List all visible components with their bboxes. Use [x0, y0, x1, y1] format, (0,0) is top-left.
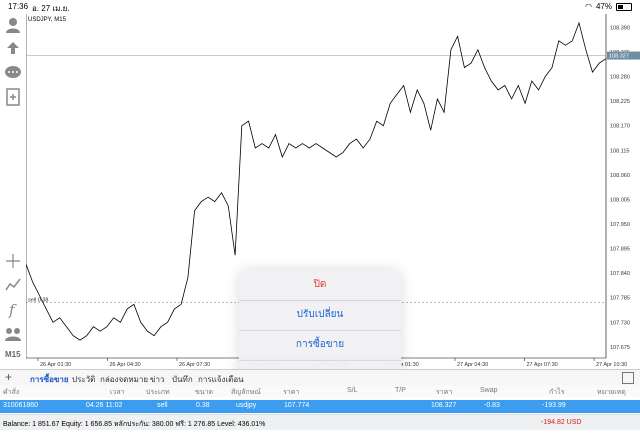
- col-sl: S/L: [347, 387, 358, 394]
- account-icon[interactable]: [4, 16, 22, 34]
- order-time: 04.26 11:02: [86, 402, 123, 409]
- col-tp: T/P: [395, 387, 406, 394]
- col-volume: ขนาด: [195, 389, 214, 396]
- order-profit: -193.99: [542, 402, 566, 409]
- wifi-icon: ◠: [585, 2, 592, 11]
- price-tick-label: 107.895: [610, 247, 630, 253]
- order-open-price: 107.774: [284, 402, 310, 409]
- battery-percent: 47%: [595, 2, 612, 11]
- status-time: 17:36: [8, 2, 29, 11]
- order-swap: -0.83: [484, 402, 500, 409]
- price-tick-label: 108.005: [610, 197, 630, 203]
- col-comment: หมายเหตุ: [597, 389, 626, 396]
- order-type: sell: [157, 402, 168, 409]
- battery-icon: [616, 2, 632, 11]
- time-tick-label: 27 Apr 07:30: [527, 362, 558, 368]
- chart-symbol: USDJPY, M15: [28, 17, 67, 23]
- time-tick-label: 27 Apr 04:30: [457, 362, 488, 368]
- add-icon[interactable]: +: [5, 370, 12, 384]
- chat-icon[interactable]: [4, 64, 22, 82]
- price-tick-label: 107.730: [610, 320, 630, 326]
- menu-close[interactable]: ปิด: [239, 270, 401, 301]
- price-tick-label: 108.115: [610, 148, 629, 154]
- time-tick-label: 27 Apr 10:30: [596, 362, 627, 368]
- current-price-text: 108.327: [609, 54, 629, 60]
- col-swap: Swap: [480, 387, 498, 394]
- col-order: คำสั่ง: [3, 389, 20, 396]
- floating-pl: -194.82 USD: [541, 419, 582, 426]
- svg-text:f: f: [8, 301, 17, 318]
- col-profit: กำไร: [549, 389, 565, 396]
- col-time: เวลา: [110, 389, 125, 396]
- terminal-tabs: + การซื้อขาย ประวัติ กล่องจดหมาย ข่าว บั…: [0, 369, 640, 387]
- indicators-icon[interactable]: [4, 276, 22, 294]
- new-document-icon[interactable]: [4, 88, 22, 106]
- order-symbol: usdjpy: [236, 402, 257, 409]
- order-price: 108.327: [431, 402, 457, 409]
- col-symbol: สัญลักษณ์: [231, 389, 261, 396]
- price-tick-label: 108.170: [610, 124, 630, 130]
- menu-trade[interactable]: การซื้อขาย: [239, 330, 401, 361]
- menu-modify[interactable]: ปรับเปลี่ยน: [239, 300, 401, 331]
- order-volume: 0.38: [196, 402, 210, 409]
- balance-line: Balance: 1 851.67 Equity: 1 656.85 หลักป…: [3, 421, 266, 428]
- status-bar: 17:36 อ. 27 เม.ย. ◠ 47%: [0, 0, 640, 14]
- status-right: ◠ 47%: [585, 2, 632, 11]
- price-tick-label: 108.280: [610, 75, 630, 81]
- table-row[interactable]: 310061860 04.26 11:02 sell 0.38 usdjpy 1…: [0, 400, 640, 413]
- function-icon[interactable]: f: [4, 300, 22, 319]
- col-type: ประเภท: [146, 389, 170, 396]
- col-price: ราคา: [436, 389, 453, 396]
- order-id: 310061860: [3, 402, 39, 409]
- toolbar-sidebar: f M15: [0, 14, 26, 369]
- col-open-price: ราคา: [283, 389, 300, 396]
- timeframe-label[interactable]: M15: [5, 350, 21, 359]
- time-tick-label: 26 Apr 04:30: [110, 362, 141, 368]
- price-tick-label: 107.675: [610, 345, 630, 351]
- price-tick-label: 107.950: [610, 222, 630, 228]
- price-tick-label: 108.225: [610, 99, 630, 105]
- time-tick-label: 26 Apr 07:30: [179, 362, 210, 368]
- bottom-area: [0, 430, 640, 447]
- price-tick-label: 108.390: [610, 25, 630, 31]
- price-tick-label: 108.060: [610, 173, 630, 179]
- crosshair-icon[interactable]: [4, 252, 22, 270]
- layout-icon[interactable]: [622, 372, 634, 384]
- time-tick-label: 26 Apr 01:30: [40, 362, 71, 368]
- objects-icon[interactable]: [4, 324, 22, 342]
- price-tick-label: 107.840: [610, 271, 630, 277]
- orders-table-header: คำสั่ง เวลา ประเภท ขนาด สัญลักษณ์ ราคา S…: [0, 385, 640, 397]
- order-level-label: sell 0.38: [28, 298, 49, 304]
- price-tick-label: 107.785: [610, 296, 630, 302]
- account-summary: Balance: 1 851.67 Equity: 1 656.85 หลักป…: [0, 414, 640, 431]
- trade-icon[interactable]: [4, 40, 22, 58]
